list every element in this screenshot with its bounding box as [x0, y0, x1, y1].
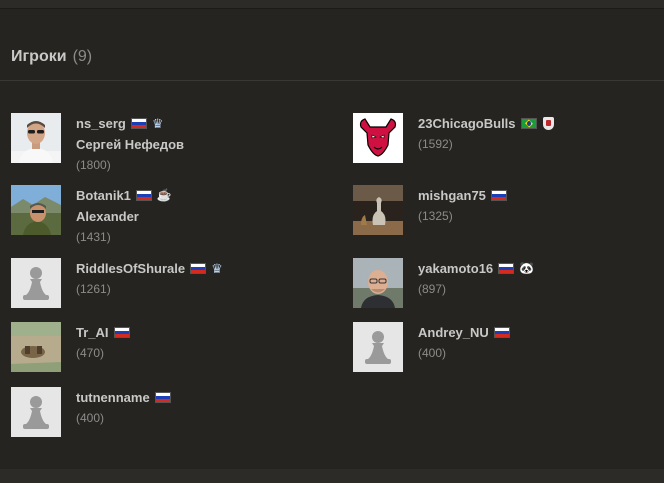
brazil-flag-icon: [520, 118, 537, 129]
russia-flag-icon: [190, 263, 207, 274]
section-title-text: Игроки: [11, 48, 67, 65]
avatar[interactable]: [11, 258, 61, 308]
avatar[interactable]: [11, 113, 61, 163]
section-divider: [0, 80, 664, 81]
player-realname: Alexander: [76, 209, 139, 224]
player-username[interactable]: ns_serg: [76, 116, 126, 131]
coffee-icon: ☕: [156, 188, 172, 202]
player-card[interactable]: tutnenname (400): [11, 387, 311, 439]
russia-flag-icon: [130, 118, 147, 129]
player-rating: (470): [76, 346, 105, 360]
shield-icon: [542, 117, 554, 130]
player-rating: (400): [418, 346, 447, 360]
player-card[interactable]: Botanik1 ☕ Alexander (1431): [11, 185, 311, 244]
russia-flag-icon: [113, 327, 130, 338]
avatar[interactable]: [353, 322, 403, 372]
player-rating: (400): [76, 411, 105, 425]
crown-icon: ♛: [151, 116, 164, 131]
player-card[interactable]: yakamoto16 🐼 (897): [353, 258, 653, 310]
player-username[interactable]: Andrey_NU: [418, 325, 489, 340]
player-username[interactable]: Tr_AI: [76, 325, 109, 340]
bottom-bar: [0, 469, 664, 483]
russia-flag-icon: [490, 190, 507, 201]
player-username[interactable]: Botanik1: [76, 188, 131, 203]
russia-flag-icon: [498, 263, 515, 274]
player-card[interactable]: Tr_AI (470): [11, 322, 311, 374]
avatar[interactable]: [353, 113, 403, 163]
player-card[interactable]: 23ChicagoBulls (1592): [353, 113, 653, 165]
section-title: Игроки (9): [11, 48, 92, 66]
player-realname: Сергей Нефедов: [76, 137, 185, 152]
panda-icon: 🐼: [519, 261, 535, 275]
player-rating: (1592): [418, 137, 453, 151]
crown-icon: ♛: [211, 261, 223, 276]
russia-flag-icon: [154, 392, 171, 403]
avatar[interactable]: [11, 322, 61, 372]
top-divider: [0, 8, 664, 9]
player-rating: (1800): [76, 158, 111, 172]
player-rating: (897): [418, 282, 447, 296]
player-card[interactable]: RiddlesOfShurale ♛ (1261): [11, 258, 311, 310]
player-username[interactable]: tutnenname: [76, 390, 150, 405]
russia-flag-icon: [135, 190, 152, 201]
player-rating: (1325): [418, 209, 453, 223]
player-username[interactable]: 23ChicagoBulls: [418, 116, 516, 131]
player-count: (9): [72, 48, 93, 65]
avatar[interactable]: [11, 185, 61, 235]
player-username[interactable]: mishgan75: [418, 188, 486, 203]
player-rating: (1261): [76, 282, 111, 296]
player-username[interactable]: RiddlesOfShurale: [76, 261, 185, 276]
player-card[interactable]: mishgan75 (1325): [353, 185, 653, 237]
avatar[interactable]: [353, 258, 403, 308]
avatar[interactable]: [353, 185, 403, 235]
russia-flag-icon: [493, 327, 510, 338]
player-card[interactable]: Andrey_NU (400): [353, 322, 653, 374]
player-username[interactable]: yakamoto16: [418, 261, 493, 276]
player-rating: (1431): [76, 230, 111, 244]
player-card[interactable]: ns_serg ♛ Сергей Нефедов (1800): [11, 113, 311, 172]
avatar[interactable]: [11, 387, 61, 437]
